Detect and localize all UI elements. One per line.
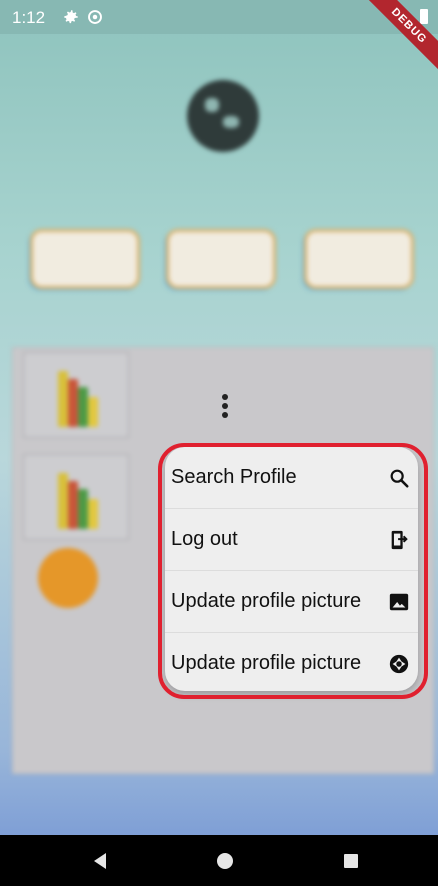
followers-stat-button — [166, 229, 276, 289]
posts-stat-button — [30, 229, 140, 289]
more-options-icon[interactable] — [215, 390, 235, 424]
status-time: 1:12 — [12, 8, 46, 27]
followed-stat-button — [304, 229, 414, 289]
blurred-profile-background — [0, 34, 438, 835]
system-nav-bar — [0, 835, 438, 886]
home-icon[interactable] — [213, 849, 237, 873]
recents-icon[interactable] — [339, 849, 363, 873]
add-fab-button — [38, 548, 98, 608]
status-bar: 1:12 — [0, 0, 438, 34]
back-icon[interactable] — [88, 849, 112, 873]
highlight-outline — [158, 443, 428, 699]
post-thumbnail — [23, 454, 129, 540]
app-screen: 1:12 DEBUG Search Profile Log out Update… — [0, 0, 438, 835]
post-thumbnail — [23, 352, 129, 438]
gear-icon — [64, 10, 78, 24]
battery-icon — [420, 9, 428, 24]
sync-icon — [88, 10, 102, 24]
avatar — [187, 80, 259, 152]
